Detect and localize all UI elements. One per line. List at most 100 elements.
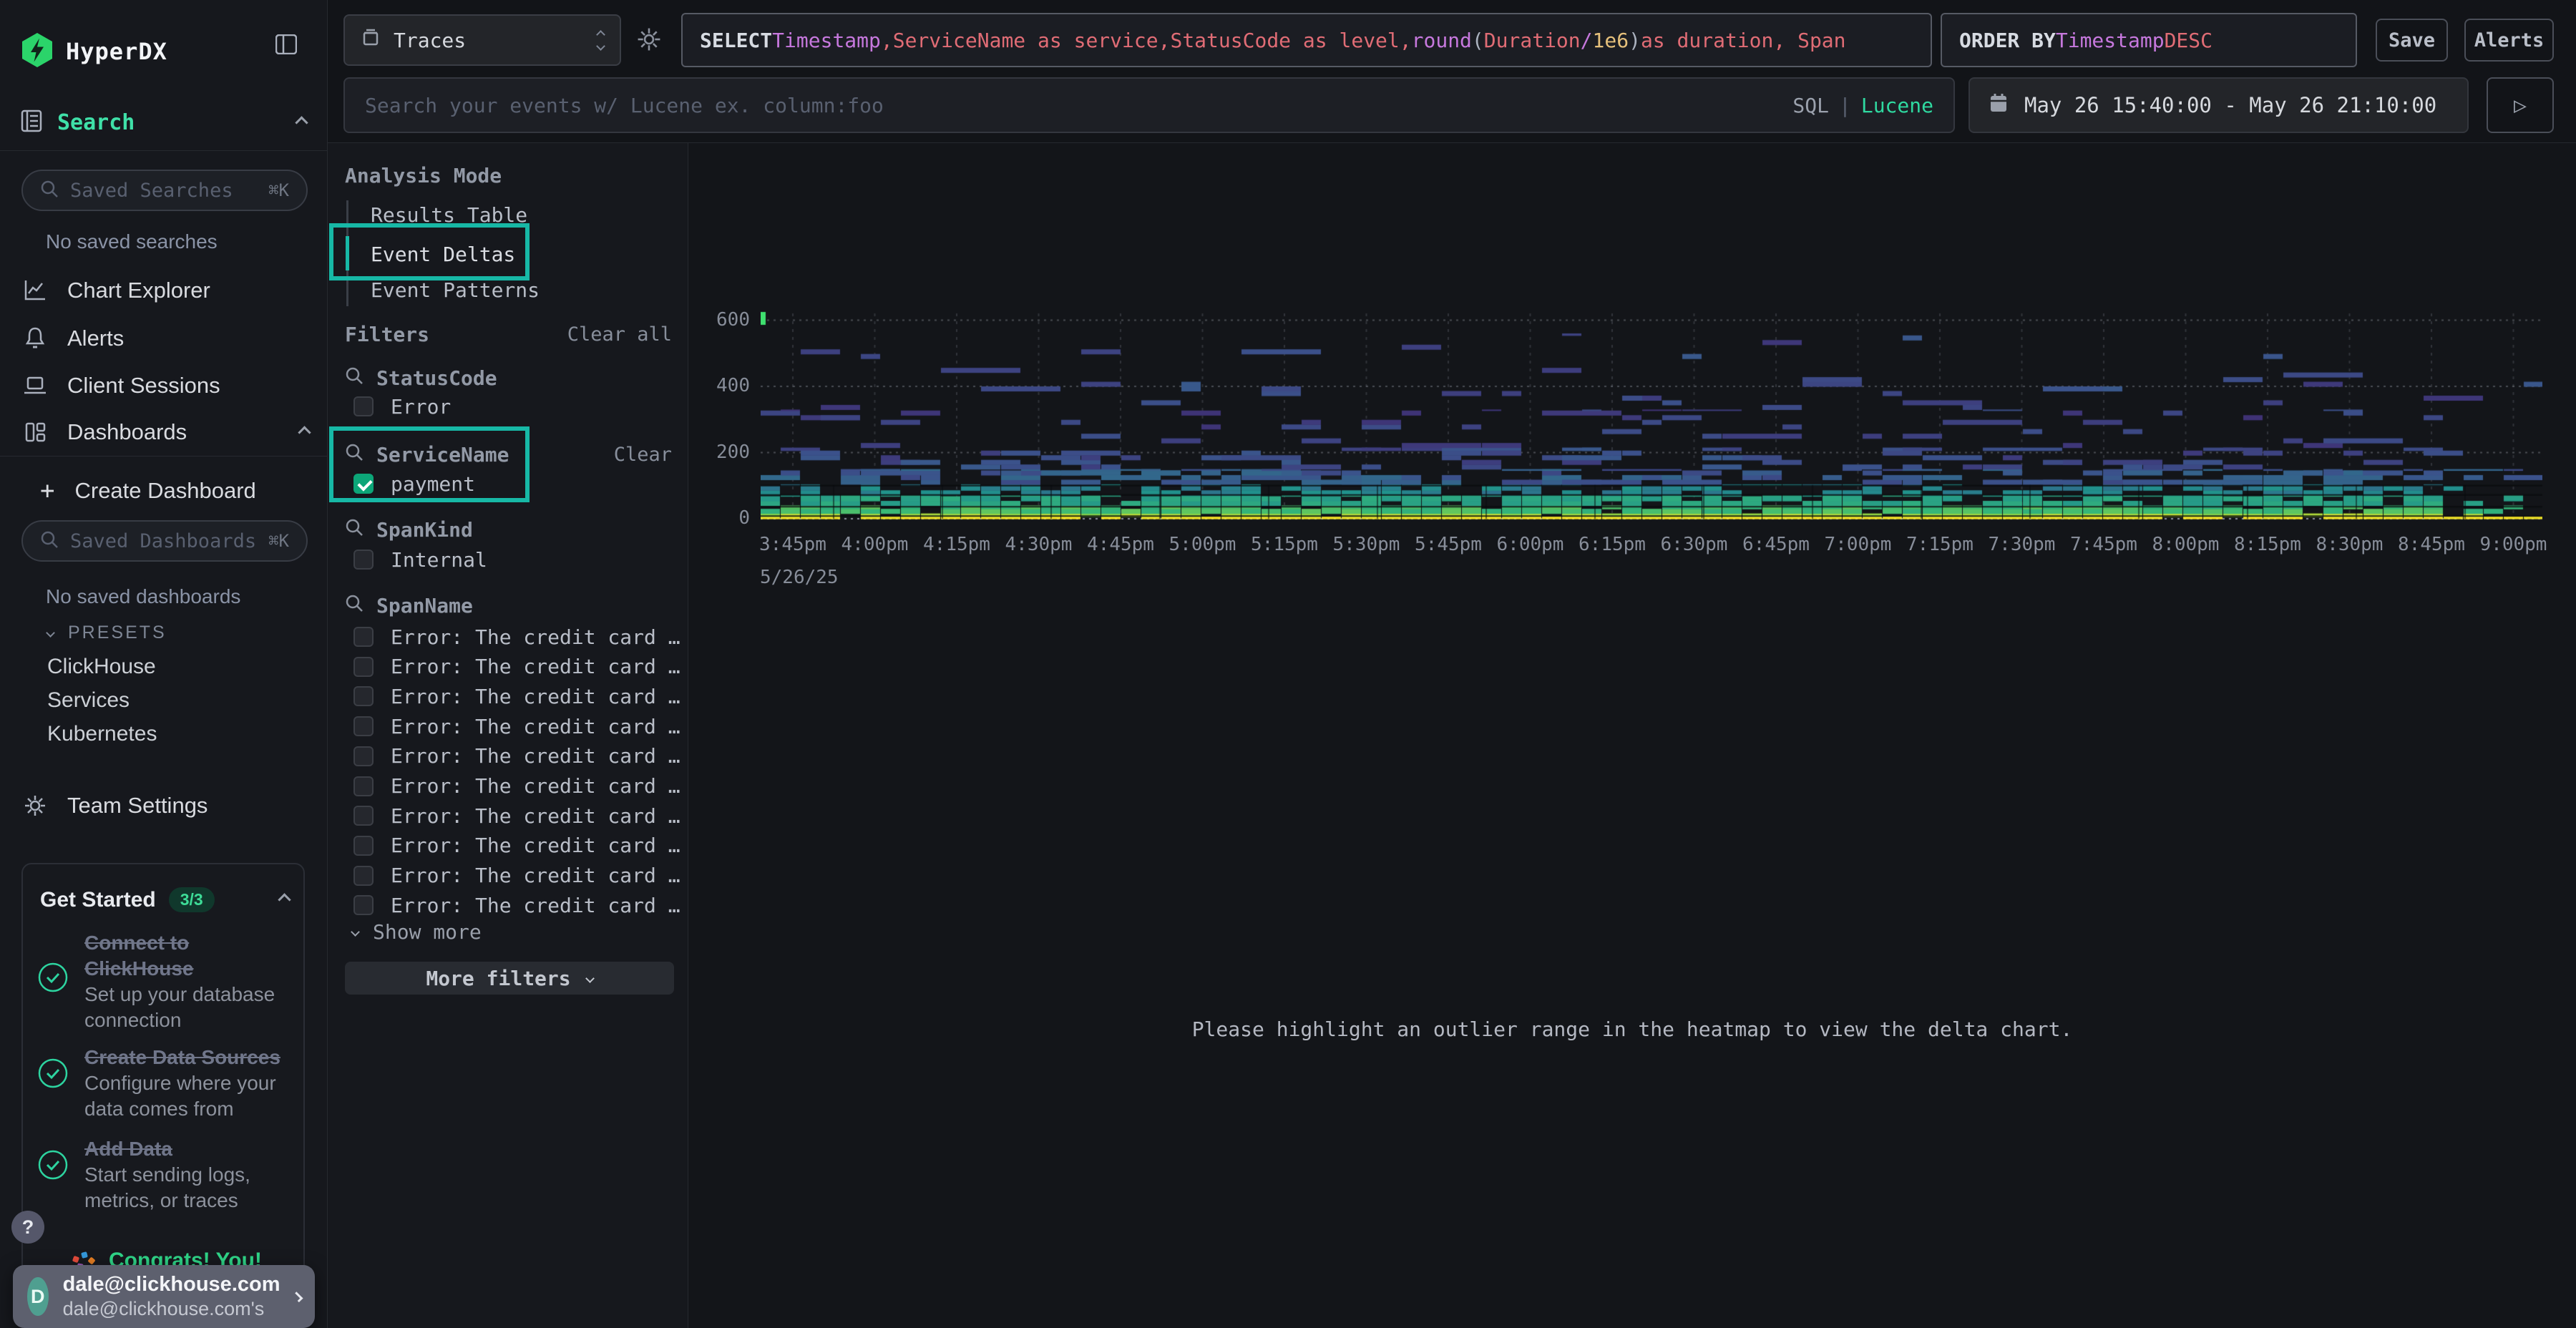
preset-item-services[interactable]: Services bbox=[47, 688, 130, 713]
saved-searches-input[interactable]: Saved Searches ⌘K bbox=[21, 170, 308, 211]
filter-option-spanname[interactable]: Error: The credit card … bbox=[353, 624, 680, 650]
filter-option-spanname[interactable]: Error: The credit card … bbox=[353, 863, 680, 889]
saved-dashboards-input[interactable]: Saved Dashboards ⌘K bbox=[21, 520, 308, 562]
checkbox-unchecked[interactable] bbox=[353, 776, 374, 796]
collapse-sidebar-icon[interactable] bbox=[275, 34, 297, 54]
alerts-button[interactable]: Alerts bbox=[2464, 19, 2554, 62]
filter-option-spanname[interactable]: Error: The credit card … bbox=[353, 773, 680, 799]
brand[interactable]: HyperDX bbox=[20, 31, 167, 72]
checkbox-checked[interactable] bbox=[353, 474, 374, 494]
obscured-onboarding-complete-row: Congrats! You! bbox=[70, 1246, 262, 1265]
x-tick-label: 6:15pm bbox=[1566, 534, 1659, 555]
sql-token: StatusCode as level bbox=[1170, 29, 1399, 52]
checkbox-unchecked[interactable] bbox=[353, 866, 374, 886]
mode-toggle-sql[interactable]: SQL bbox=[1792, 94, 1829, 117]
source-select[interactable]: Traces bbox=[343, 14, 621, 66]
filter-option-spanname[interactable]: Error: The credit card … bbox=[353, 654, 680, 680]
sidebar-item-chart-explorer[interactable]: Chart Explorer bbox=[23, 278, 309, 303]
checkbox-unchecked[interactable] bbox=[353, 895, 374, 915]
search-section-header[interactable]: Search bbox=[20, 109, 306, 136]
date-range-picker[interactable]: May 26 15:40:00 - May 26 21:10:00 bbox=[1968, 77, 2469, 133]
sidebar: HyperDX Search Saved Searches ⌘K No save… bbox=[0, 0, 328, 1328]
database-icon bbox=[361, 27, 381, 54]
checkbox-unchecked[interactable] bbox=[353, 657, 374, 677]
content: Traces SELECT Timestamp, ServiceName as … bbox=[328, 0, 2576, 1328]
sql-select-editor[interactable]: SELECT Timestamp, ServiceName as service… bbox=[681, 13, 1932, 67]
more-filters-button[interactable]: More filters bbox=[345, 962, 674, 995]
chevron-up-icon[interactable] bbox=[298, 426, 311, 439]
sidebar-item-client-sessions[interactable]: Client Sessions bbox=[23, 373, 309, 399]
create-dashboard-button[interactable]: + Create Dashboard bbox=[40, 477, 326, 505]
mode-event-patterns[interactable]: Event Patterns bbox=[371, 277, 540, 303]
checkbox-unchecked[interactable] bbox=[353, 806, 374, 826]
filter-option-internal[interactable]: Internal bbox=[353, 547, 487, 572]
heatmap-section: 600 400 200 0 3:45pm4:00pm4:15pm4:30pm4:… bbox=[688, 143, 2576, 1328]
checkbox-unchecked[interactable] bbox=[353, 396, 374, 416]
chevron-right-icon bbox=[292, 1291, 303, 1302]
presets-toggle[interactable]: PRESETS bbox=[47, 622, 167, 643]
get-started-item[interactable]: Create Data SourcesConfigure where your … bbox=[37, 1045, 292, 1122]
preset-item-clickhouse[interactable]: ClickHouse bbox=[47, 655, 156, 679]
x-tick-label: 7:00pm bbox=[1812, 534, 1905, 555]
checkbox-unchecked[interactable] bbox=[353, 746, 374, 766]
checkbox-unchecked[interactable] bbox=[353, 686, 374, 706]
filter-option-payment[interactable]: payment bbox=[353, 471, 475, 497]
get-started-item[interactable]: Add DataStart sending logs, metrics, or … bbox=[37, 1136, 292, 1214]
x-tick-label: 8:15pm bbox=[2221, 534, 2314, 555]
checkbox-unchecked[interactable] bbox=[353, 716, 374, 736]
x-tick-label: 3:45pm bbox=[746, 534, 839, 555]
x-tick-label: 6:45pm bbox=[1729, 534, 1823, 555]
preset-item-kubernetes[interactable]: Kubernetes bbox=[47, 722, 157, 746]
filter-option-spanname[interactable]: Error: The credit card … bbox=[353, 803, 680, 829]
mode-results-table[interactable]: Results Table bbox=[371, 202, 527, 228]
get-started-item-subtitle: Set up your database connection bbox=[84, 982, 292, 1033]
checkbox-unchecked[interactable] bbox=[353, 550, 374, 570]
sql-orderby-editor[interactable]: ORDER BY Timestamp DESC bbox=[1941, 13, 2357, 67]
calendar-icon bbox=[1989, 92, 2009, 119]
cmd-k-shortcut: ⌘K bbox=[268, 180, 289, 200]
mode-event-deltas[interactable]: Event Deltas bbox=[371, 241, 515, 267]
chevron-up-icon[interactable] bbox=[278, 893, 291, 906]
y-tick-400: 400 bbox=[700, 375, 750, 396]
clear-servicename-link[interactable]: Clear bbox=[614, 441, 672, 467]
topbar: Traces SELECT Timestamp, ServiceName as … bbox=[328, 0, 2576, 143]
user-menu[interactable]: D dale@clickhouse.com dale@clickhouse.co… bbox=[13, 1265, 315, 1328]
filter-option-error[interactable]: Error bbox=[353, 394, 451, 419]
filters-title: Filters bbox=[345, 321, 429, 347]
user-email: dale@clickhouse.com bbox=[63, 1272, 280, 1297]
sql-token: ( bbox=[1472, 29, 1484, 52]
lucene-search-input[interactable]: Search your events w/ Lucene ex. column:… bbox=[343, 77, 1955, 133]
sql-token: ) bbox=[1629, 29, 1641, 52]
clear-all-link[interactable]: Clear all bbox=[567, 321, 672, 347]
x-tick-label: 7:45pm bbox=[2057, 534, 2150, 555]
get-started-item-subtitle: Configure where your data comes from bbox=[84, 1070, 292, 1122]
save-button[interactable]: Save bbox=[2376, 19, 2448, 62]
chevron-up-icon[interactable] bbox=[295, 116, 308, 129]
filter-option-spanname[interactable]: Error: The credit card … bbox=[353, 833, 680, 859]
y-tick-0: 0 bbox=[700, 507, 750, 529]
sql-token: , bbox=[1158, 29, 1171, 52]
checkbox-unchecked[interactable] bbox=[353, 836, 374, 856]
sidebar-item-dashboards[interactable]: Dashboards bbox=[23, 419, 309, 445]
show-more-link[interactable]: Show more bbox=[352, 919, 482, 944]
sql-token: Timestamp bbox=[772, 29, 881, 52]
mode-toggle-lucene[interactable]: Lucene bbox=[1861, 94, 1933, 117]
source-settings-gear-icon[interactable] bbox=[635, 26, 663, 56]
get-started-item[interactable]: Connect to ClickHouseSet up your databas… bbox=[37, 930, 292, 1033]
chevron-down-icon bbox=[351, 927, 360, 937]
sidebar-item-team-settings[interactable]: Team Settings bbox=[23, 793, 309, 819]
sidebar-item-alerts[interactable]: Alerts bbox=[23, 326, 309, 351]
run-query-button[interactable]: ▷ bbox=[2487, 77, 2554, 133]
filter-option-spanname[interactable]: Error: The credit card … bbox=[353, 683, 680, 709]
get-started-item-title: Create Data Sources bbox=[84, 1045, 292, 1070]
search-icon bbox=[40, 530, 59, 552]
filter-option-spanname[interactable]: Error: The credit card … bbox=[353, 892, 680, 918]
sql-token: , bbox=[881, 29, 893, 52]
latency-heatmap-canvas[interactable] bbox=[761, 309, 2542, 527]
help-button[interactable]: ? bbox=[11, 1211, 44, 1244]
checkbox-unchecked[interactable] bbox=[353, 627, 374, 647]
filter-option-spanname[interactable]: Error: The credit card … bbox=[353, 713, 680, 739]
search-placeholder: Search your events w/ Lucene ex. column:… bbox=[365, 94, 1792, 117]
search-icon bbox=[345, 594, 364, 617]
filter-option-spanname[interactable]: Error: The credit card … bbox=[353, 743, 680, 769]
